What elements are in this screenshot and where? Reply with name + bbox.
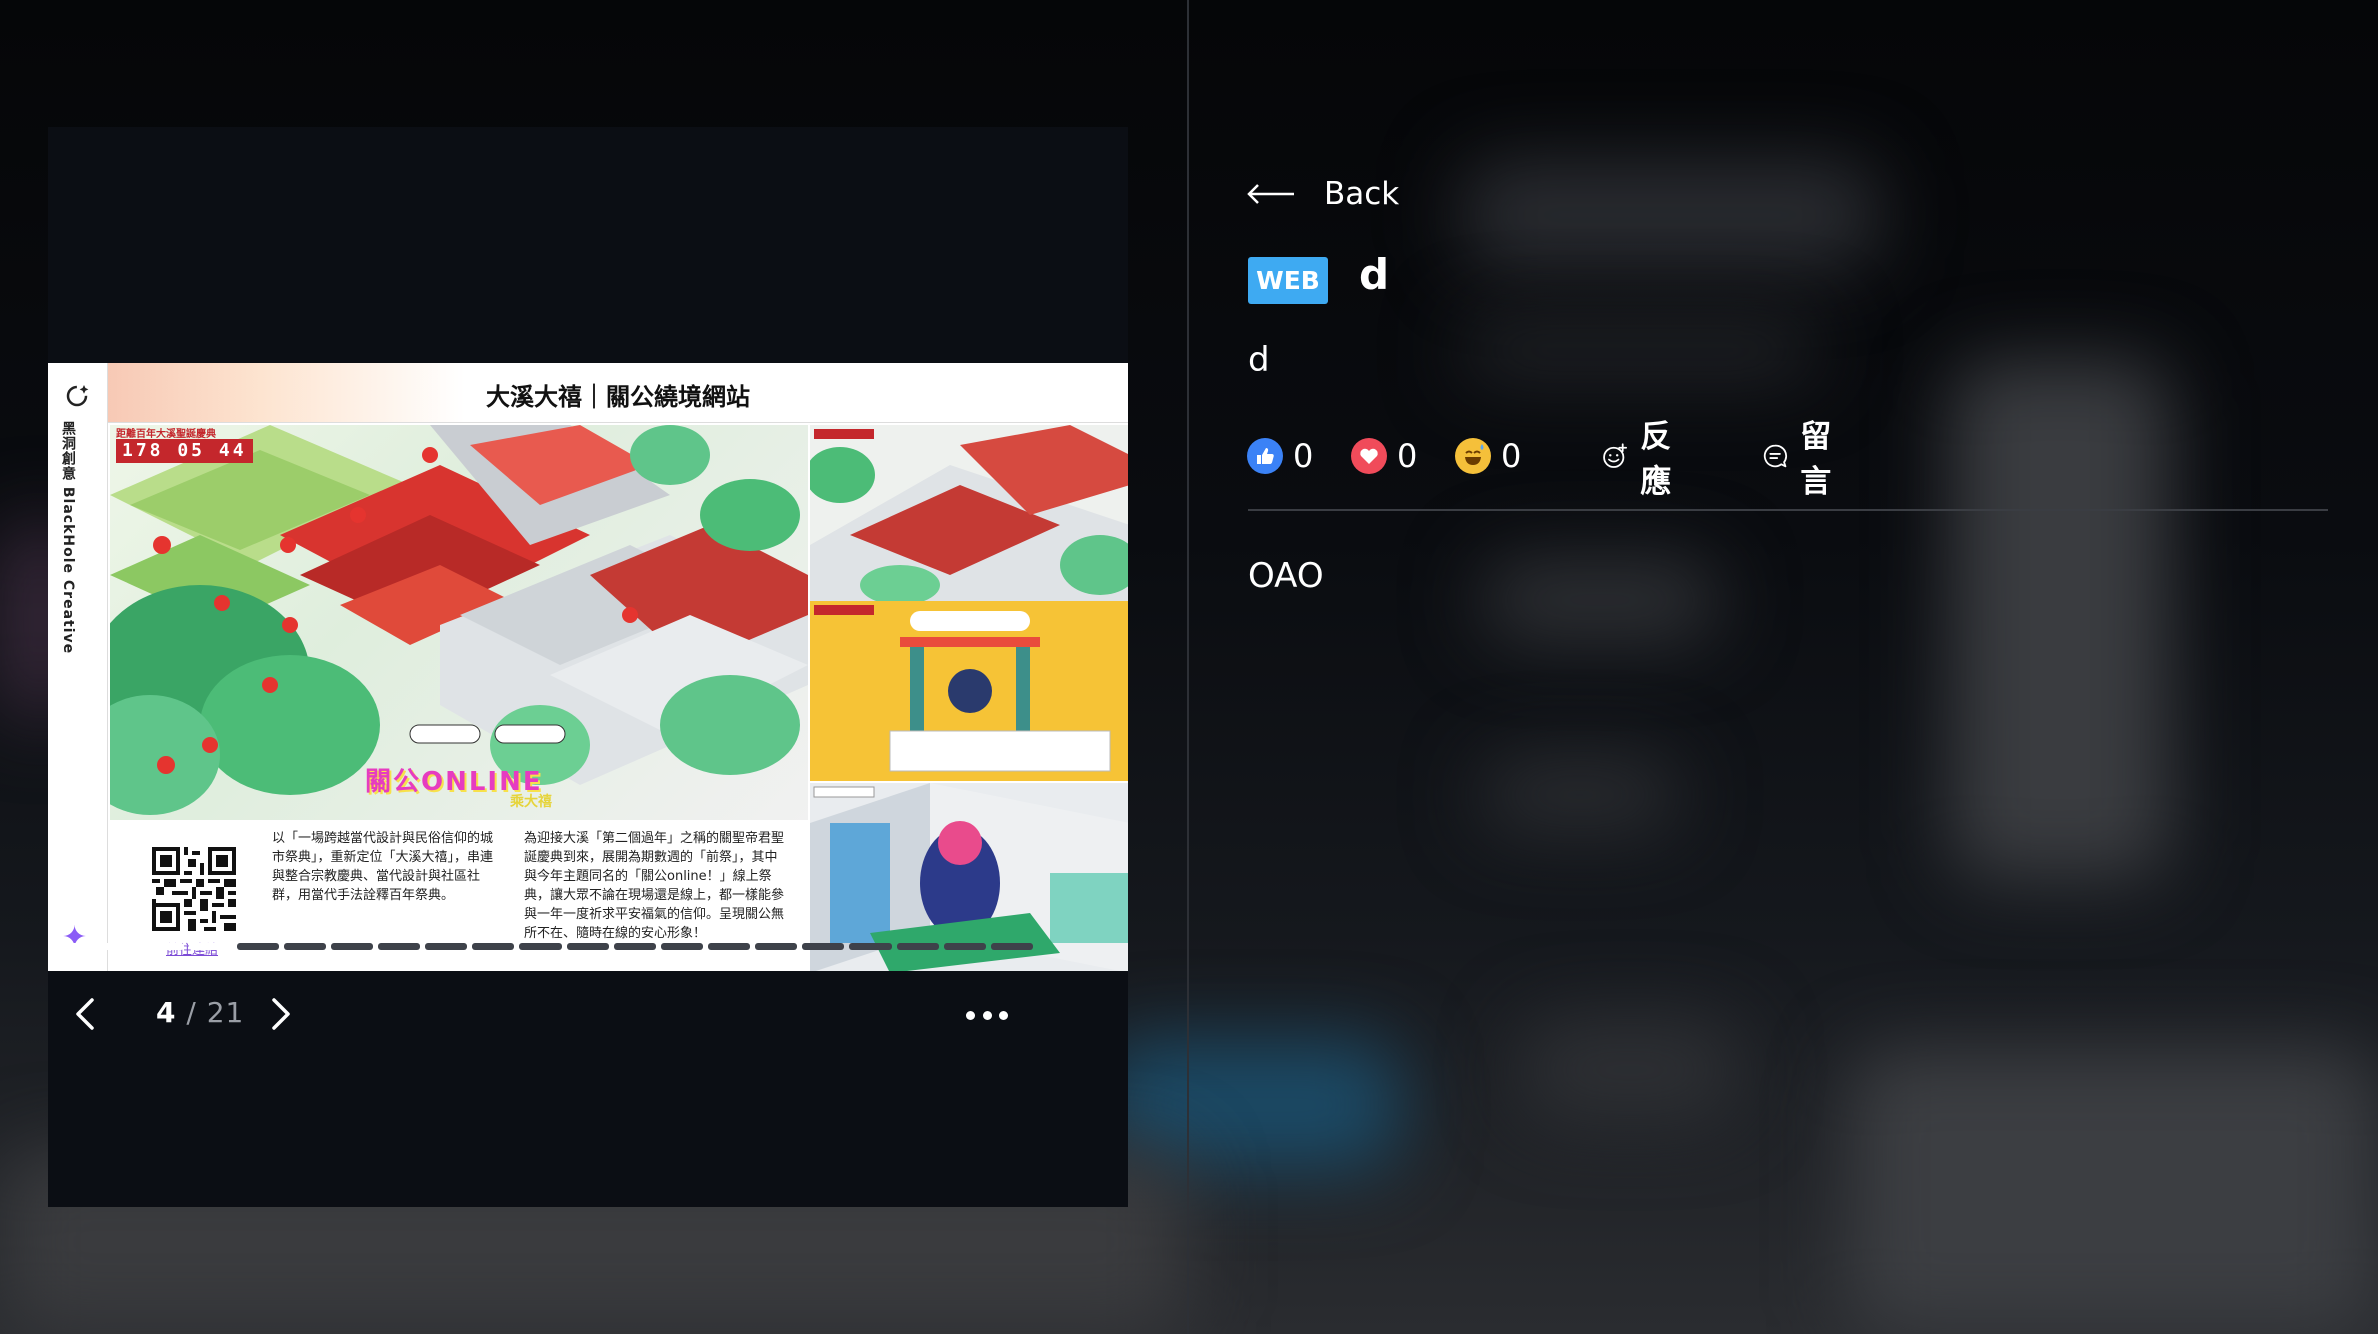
- more-options-button[interactable]: [962, 1000, 1012, 1030]
- post-content: OAO: [1248, 556, 1324, 596]
- comment-icon: [1763, 444, 1787, 468]
- reaction-like[interactable]: 0: [1247, 432, 1313, 480]
- slide-image: 黑洞創意 BlackHole Creative ✦ 大溪大禧｜關公繞境網站 距離…: [48, 363, 1128, 971]
- react-label: 反應: [1640, 419, 1672, 500]
- page-current: 4: [156, 996, 177, 1029]
- page-indicator: 4 / 21: [156, 996, 244, 1029]
- slide-header: 大溪大禧｜關公繞境網站: [108, 363, 1128, 423]
- category-tag: WEB: [1248, 257, 1328, 304]
- progress-segment[interactable]: [472, 943, 515, 950]
- slide-description-2: 為迎接大溪「第二個過年」之稱的關聖帝君聖誕慶典到來，展開為期數週的「前祭」，其中…: [524, 831, 785, 941]
- post-subtitle: d: [1248, 340, 1270, 380]
- progress-segment[interactable]: [849, 943, 892, 950]
- back-button[interactable]: Back: [1246, 176, 1399, 212]
- panel-divider: [1187, 0, 1189, 1334]
- brand-name: 黑洞創意 BlackHole Creative: [60, 421, 76, 655]
- reaction-like-count: 0: [1293, 437, 1314, 475]
- progress-segment[interactable]: [283, 943, 326, 950]
- progress-segment[interactable]: [95, 943, 138, 950]
- progress-segment[interactable]: [802, 943, 845, 950]
- reaction-love[interactable]: 0: [1351, 432, 1417, 480]
- content-divider: [1248, 509, 2328, 511]
- countdown-caption: 距離百年大溪聖誕慶典: [116, 429, 216, 440]
- slide-title: 大溪大禧｜關公繞境網站: [486, 383, 750, 411]
- progress-segment[interactable]: [896, 943, 939, 950]
- countdown-display: 178 05 44: [116, 439, 253, 463]
- thumbnail-temple: [808, 601, 1128, 781]
- page-total: 21: [206, 996, 245, 1029]
- comment-button[interactable]: 留言: [1762, 419, 1843, 500]
- more-dots-icon: [966, 1010, 975, 1020]
- progress-segment[interactable]: [613, 943, 656, 950]
- progress-segment[interactable]: [425, 943, 468, 950]
- slide-sidebar: 黑洞創意 BlackHole Creative ✦: [48, 363, 108, 971]
- chevron-right-icon[interactable]: [260, 984, 300, 1044]
- thumbnail-street: [808, 425, 1128, 601]
- chevron-left-icon[interactable]: [66, 984, 106, 1044]
- back-label: Back: [1324, 176, 1400, 212]
- progress-segment[interactable]: [660, 943, 703, 950]
- progress-segment[interactable]: [142, 943, 185, 950]
- post-title: d: [1359, 250, 1390, 299]
- progress-segment[interactable]: [48, 943, 91, 950]
- slide-description-1: 以「一場跨越當代設計與民俗信仰的城市祭典」，重新定位「大溪大禧」，串連與整合宗教…: [272, 831, 494, 903]
- slide-viewer: 黑洞創意 BlackHole Creative ✦ 大溪大禧｜關公繞境網站 距離…: [48, 127, 1128, 1207]
- progress-segment[interactable]: [189, 943, 232, 950]
- progress-segment[interactable]: [236, 943, 279, 950]
- app-root: 黑洞創意 BlackHole Creative ✦ 大溪大禧｜關公繞境網站 距離…: [0, 0, 2378, 1334]
- react-button[interactable]: 反應: [1602, 419, 1683, 500]
- add-reaction-icon: [1603, 443, 1628, 468]
- progress-segment[interactable]: [990, 943, 1033, 950]
- qr-code: [152, 847, 236, 931]
- arrow-left-icon: [1247, 184, 1294, 204]
- isometric-town-illustration: 距離百年大溪聖誕慶典 178 05 44 關公ONLINE 乘大禧: [110, 425, 808, 820]
- comment-label: 留言: [1800, 419, 1832, 500]
- thumbs-up-icon: [1247, 438, 1283, 474]
- progress-segment[interactable]: [330, 943, 373, 950]
- progress-segment[interactable]: [377, 943, 421, 950]
- reaction-haha[interactable]: 0: [1455, 432, 1521, 480]
- progress-segment[interactable]: [707, 943, 751, 950]
- progress-segment[interactable]: [519, 943, 562, 950]
- blackhole-logo-icon: [66, 385, 89, 407]
- progress-segment[interactable]: [566, 943, 609, 950]
- reaction-haha-count: 0: [1501, 437, 1522, 475]
- online-logo-sub: 乘大禧: [510, 794, 552, 810]
- slide-progress-bar: [48, 943, 1033, 950]
- progress-segment[interactable]: [943, 943, 986, 950]
- reaction-love-count: 0: [1397, 437, 1418, 475]
- heart-icon: [1351, 438, 1387, 474]
- page-separator: /: [176, 996, 207, 1029]
- laugh-sweat-icon: [1455, 438, 1491, 474]
- progress-segment[interactable]: [755, 943, 798, 950]
